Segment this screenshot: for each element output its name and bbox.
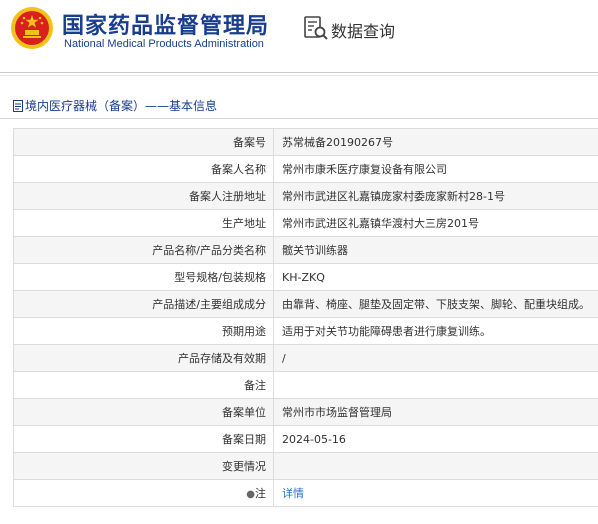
header-divider	[0, 72, 598, 73]
table-row: 备案日期 2024-05-16	[13, 425, 598, 453]
field-label: 备案单位	[13, 398, 274, 426]
section-title-text: 境内医疗器械（备案）——基本信息	[25, 99, 218, 113]
field-label: 备案日期	[13, 425, 274, 453]
table-row: 型号规格/包装规格 KH-ZKQ	[13, 263, 598, 291]
table-row: 产品存储及有效期 /	[13, 344, 598, 372]
field-label: 变更情况	[13, 452, 274, 480]
field-label: 型号规格/包装规格	[13, 263, 274, 291]
device-info-table: 备案号 苏常械备20190267号 备案人名称 常州市康禾医疗康复设备有限公司 …	[13, 128, 598, 507]
field-value: 适用于对关节功能障碍患者进行康复训练。	[273, 317, 598, 345]
table-row: 预期用途 适用于对关节功能障碍患者进行康复训练。	[13, 317, 598, 345]
table-row: 备案号 苏常械备20190267号	[13, 128, 598, 156]
table-row: 备注	[13, 371, 598, 399]
document-icon	[13, 99, 23, 112]
field-value: 髋关节训练器	[273, 236, 598, 264]
field-label: 生产地址	[13, 209, 274, 237]
field-value	[273, 452, 598, 480]
field-value: KH-ZKQ	[273, 263, 598, 291]
field-value: 2024-05-16	[273, 425, 598, 453]
note-value: 详情	[273, 479, 598, 507]
note-label: ●注	[13, 479, 274, 507]
field-value: 常州市康禾医疗康复设备有限公司	[273, 155, 598, 183]
table-row: 备案人名称 常州市康禾医疗康复设备有限公司	[13, 155, 598, 183]
field-label: 备案人名称	[13, 155, 274, 183]
field-value: /	[273, 344, 598, 372]
site-header: 国家药品监督管理局 National Medical Products Admi…	[0, 0, 598, 72]
field-value: 常州市武进区礼嘉镇华渡村大三房201号	[273, 209, 598, 237]
table-row: 生产地址 常州市武进区礼嘉镇华渡村大三房201号	[13, 209, 598, 237]
header-divider-secondary	[0, 75, 598, 76]
field-label: 预期用途	[13, 317, 274, 345]
field-label: 产品存储及有效期	[13, 344, 274, 372]
national-emblem-icon	[11, 7, 53, 49]
data-query-link[interactable]: 数据查询	[331, 18, 395, 42]
table-row: 备案单位 常州市市场监督管理局	[13, 398, 598, 426]
field-value: 常州市市场监督管理局	[273, 398, 598, 426]
org-name-en: National Medical Products Administration	[64, 38, 264, 50]
field-label: 备案号	[13, 128, 274, 156]
field-value: 苏常械备20190267号	[273, 128, 598, 156]
table-row: 备案人注册地址 常州市武进区礼嘉镇庞家村委庞家新村28-1号	[13, 182, 598, 210]
note-label-text: 注	[255, 487, 266, 500]
field-label: 备注	[13, 371, 274, 399]
field-value: 常州市武进区礼嘉镇庞家村委庞家新村28-1号	[273, 182, 598, 210]
table-row: 变更情况	[13, 452, 598, 480]
field-value	[273, 371, 598, 399]
field-value: 由靠背、椅座、腿垫及固定带、下肢支架、脚轮、配重块组成。	[273, 290, 598, 318]
section-title: 境内医疗器械（备案）——基本信息	[13, 97, 217, 114]
section-divider	[0, 118, 598, 119]
pin-icon: ●	[246, 489, 255, 500]
org-name-cn: 国家药品监督管理局	[62, 14, 270, 39]
field-label: 产品描述/主要组成成分	[13, 290, 274, 318]
table-row-note: ●注 详情	[13, 479, 598, 507]
table-row: 产品名称/产品分类名称 髋关节训练器	[13, 236, 598, 264]
details-link[interactable]: 详情	[282, 487, 304, 500]
field-label: 备案人注册地址	[13, 182, 274, 210]
field-label: 产品名称/产品分类名称	[13, 236, 274, 264]
table-row: 产品描述/主要组成成分 由靠背、椅座、腿垫及固定带、下肢支架、脚轮、配重块组成。	[13, 290, 598, 318]
data-query-icon[interactable]	[303, 15, 329, 41]
